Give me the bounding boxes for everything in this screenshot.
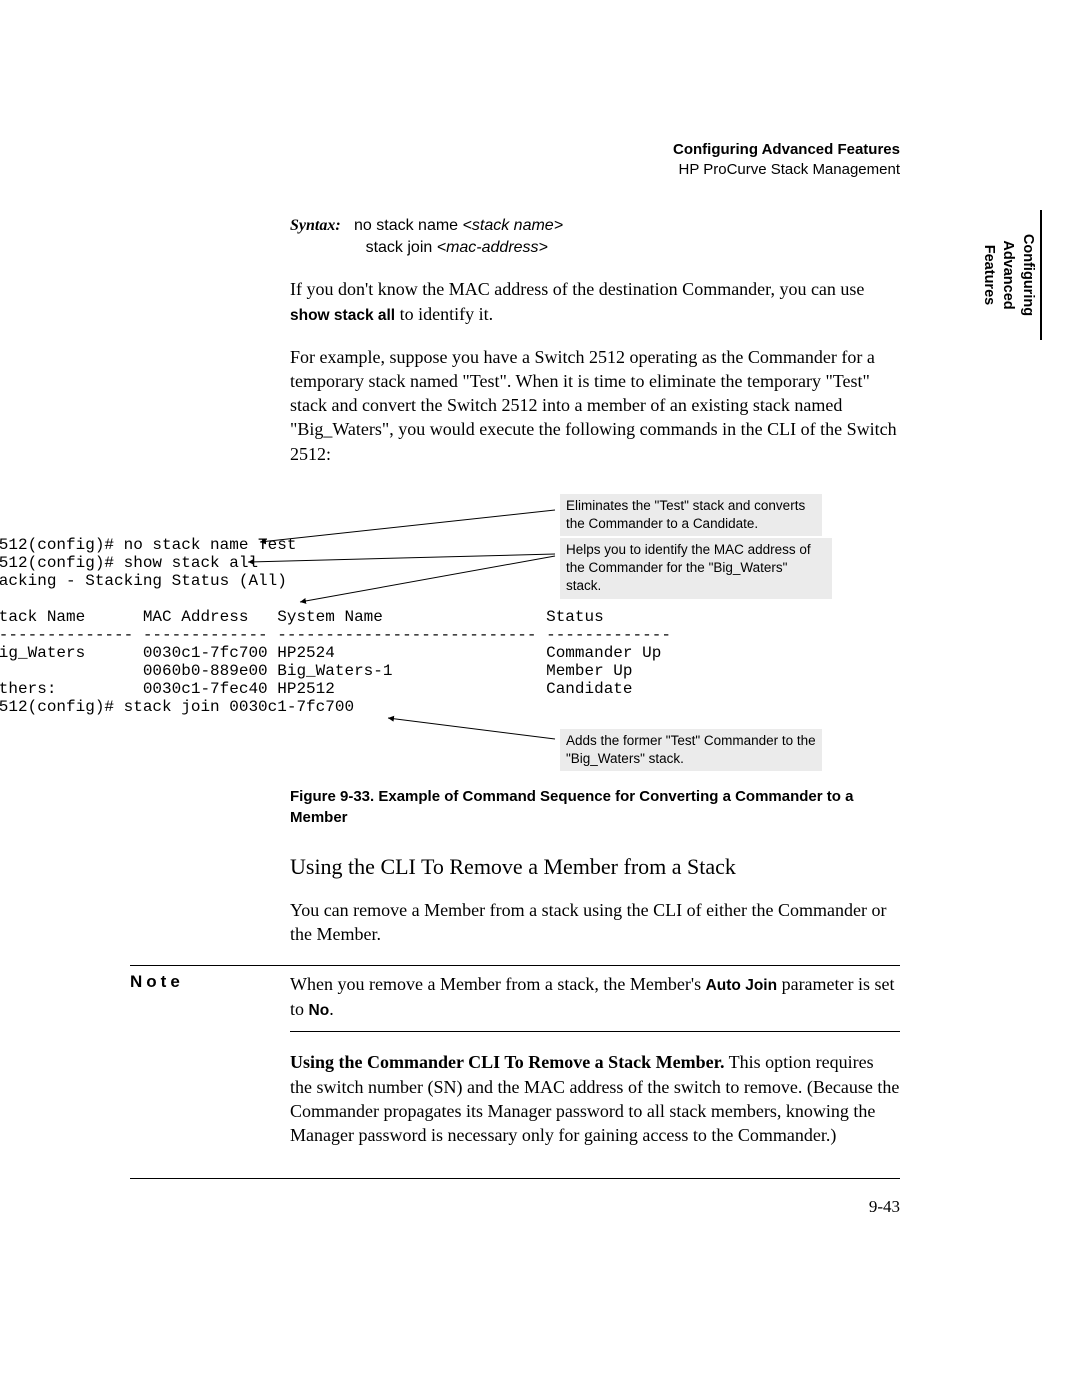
syntax-cmd-1: stack join <box>366 239 433 256</box>
subsection-title: Using the CLI To Remove a Member from a … <box>290 854 900 880</box>
page-number: 9-43 <box>130 1197 900 1217</box>
syntax-cmd-0: no stack name <box>354 217 458 234</box>
header-subtitle: HP ProCurve Stack Management <box>130 160 900 180</box>
note-body: When you remove a Member from a stack, t… <box>290 972 900 1033</box>
page-content: Configuring Advanced Features HP ProCurv… <box>130 140 900 1217</box>
note-bold1: Auto Join <box>706 977 777 994</box>
syntax-arg-1: <mac-address> <box>437 239 548 256</box>
note-label: Note <box>130 972 290 992</box>
figure-9-33: Eliminates the "Test" stack and converts… <box>130 496 900 786</box>
callout-3: Adds the former "Test" Commander to the … <box>560 729 822 771</box>
para1-b: to identify it. <box>395 304 493 324</box>
side-tab: Configuring Advanced Features <box>978 210 1042 340</box>
syntax-block: Syntax: no stack name <stack name> stack… <box>290 215 900 260</box>
cli-output: HP2512(config)# no stack name Test HP251… <box>0 536 671 716</box>
paragraph-2: For example, suppose you have a Switch 2… <box>290 345 900 466</box>
note-c: . <box>329 999 334 1019</box>
note-a: When you remove a Member from a stack, t… <box>290 974 706 994</box>
paragraph-4: Using the Commander CLI To Remove a Stac… <box>290 1050 900 1147</box>
syntax-label: Syntax: <box>290 217 341 234</box>
paragraph-1: If you don't know the MAC address of the… <box>290 277 900 326</box>
para4-bold: Using the Commander CLI To Remove a Stac… <box>290 1052 725 1072</box>
bottom-rule <box>130 1178 900 1179</box>
syntax-arg-0: <stack name> <box>463 217 564 234</box>
callout-1: Eliminates the "Test" stack and converts… <box>560 494 822 536</box>
para1-a: If you don't know the MAC address of the… <box>290 279 864 299</box>
note-block: Note When you remove a Member from a sta… <box>130 965 900 1033</box>
para1-bold: show stack all <box>290 307 395 324</box>
page-header: Configuring Advanced Features HP ProCurv… <box>130 140 900 181</box>
header-title: Configuring Advanced Features <box>130 140 900 160</box>
note-bold2: No <box>309 1002 330 1019</box>
paragraph-3: You can remove a Member from a stack usi… <box>290 898 900 947</box>
figure-caption: Figure 9-33. Example of Command Sequence… <box>290 786 900 828</box>
